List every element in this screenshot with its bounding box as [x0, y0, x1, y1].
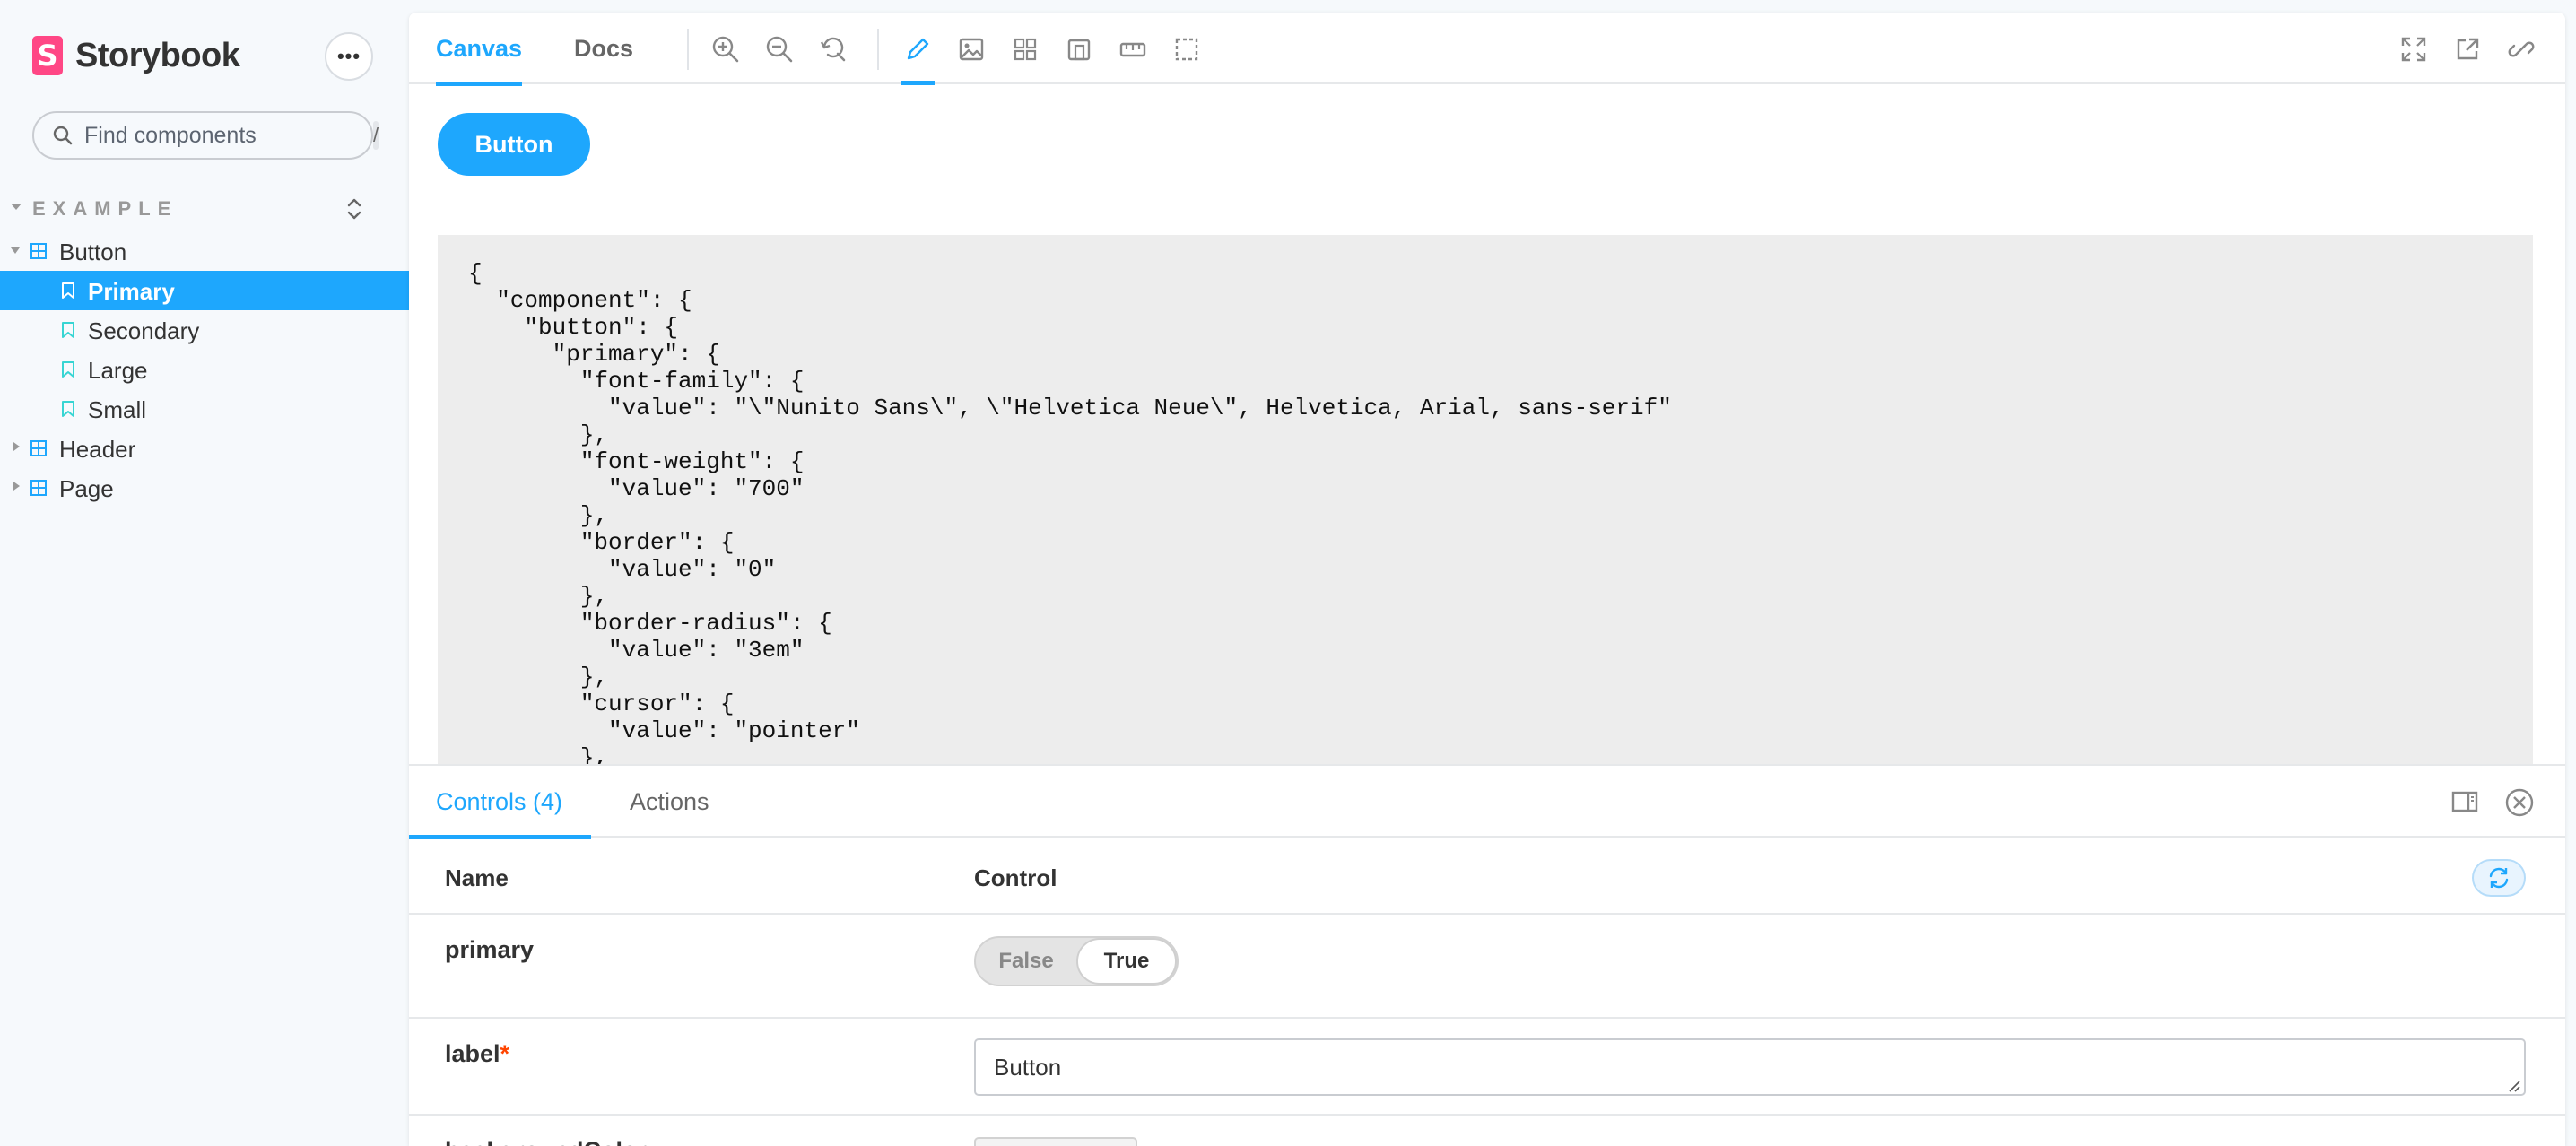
- column-header-control: Control: [974, 864, 1057, 891]
- sidebar-item-label: Large: [88, 357, 148, 384]
- bookmark-icon: [62, 322, 74, 338]
- required-mark: *: [500, 1040, 510, 1067]
- outline-icon[interactable]: [1171, 34, 1202, 65]
- prop-name: primary: [445, 936, 535, 963]
- sidebar-item-label: Secondary: [88, 317, 200, 344]
- zoom-in-icon[interactable]: [710, 34, 741, 65]
- panel-orientation-icon[interactable]: [2450, 787, 2479, 816]
- bookmark-icon: [62, 401, 74, 417]
- zoom-out-icon[interactable]: [764, 34, 795, 65]
- copy-link-icon[interactable]: [2506, 34, 2537, 65]
- sidebar-item-secondary[interactable]: Secondary: [0, 310, 409, 350]
- sidebar: S Storybook ••• / EXAMPLE Button Pri: [0, 0, 409, 1146]
- prop-label: label: [445, 1040, 500, 1067]
- expand-collapse-icon[interactable]: [343, 195, 366, 222]
- tab-actions[interactable]: Actions: [630, 766, 709, 838]
- sidebar-item-label: Primary: [88, 278, 175, 305]
- fullscreen-icon[interactable]: [2398, 34, 2429, 65]
- prop-name: label*: [445, 1040, 509, 1068]
- close-icon[interactable]: [2504, 787, 2535, 818]
- sidebar-item-label: Page: [59, 475, 114, 502]
- component-icon: [30, 480, 47, 496]
- toggle-option-false[interactable]: False: [976, 938, 1076, 985]
- reset-controls-button[interactable]: [2472, 859, 2526, 897]
- group-header-example[interactable]: EXAMPLE: [0, 192, 409, 228]
- sidebar-item-page[interactable]: Page: [0, 468, 409, 508]
- search-shortcut-key: /: [373, 121, 379, 150]
- reset-icon: [2489, 867, 2509, 889]
- caret-down-icon: [11, 247, 20, 254]
- grid-icon[interactable]: [1010, 34, 1040, 65]
- search-icon: [53, 126, 73, 145]
- sidebar-item-large[interactable]: Large: [0, 350, 409, 389]
- control-row-backgroundcolor: backgroundColor: [409, 1117, 2565, 1146]
- control-row-primary: primary False True: [409, 916, 2565, 1019]
- sidebar-item-label: Small: [88, 396, 147, 423]
- color-picker[interactable]: [974, 1137, 1137, 1146]
- sidebar-item-primary[interactable]: Primary: [0, 271, 409, 310]
- open-new-tab-icon[interactable]: [2452, 34, 2483, 65]
- addons-panel: Controls (4) Actions Name Control primar…: [409, 764, 2565, 1146]
- design-tokens-code: { "component": { "button": { "primary": …: [438, 235, 2533, 777]
- viewport-icon[interactable]: [1064, 34, 1094, 65]
- toggle-option-true[interactable]: True: [1076, 938, 1177, 985]
- tab-canvas[interactable]: Canvas: [436, 13, 523, 86]
- main-panel: Canvas Docs Button {"component": {"but…: [409, 13, 2565, 1146]
- controls-header: Name Control: [409, 839, 2565, 915]
- design-tokens-icon[interactable]: [901, 34, 935, 85]
- prop-name: backgroundColor: [445, 1137, 647, 1146]
- sidebar-item-header[interactable]: Header: [0, 429, 409, 468]
- storybook-logo: S: [32, 36, 63, 75]
- column-header-name: Name: [445, 864, 509, 891]
- addon-tabs: Controls (4) Actions: [409, 766, 2565, 839]
- caret-right-icon: [13, 482, 20, 491]
- search-input[interactable]: [84, 122, 373, 149]
- resize-handle-icon[interactable]: [2506, 1078, 2520, 1092]
- label-text-input[interactable]: [974, 1038, 2526, 1096]
- toolbar-divider: [877, 29, 879, 70]
- sidebar-item-label: Button: [59, 239, 127, 265]
- sidebar-item-small[interactable]: Small: [0, 389, 409, 429]
- boolean-toggle[interactable]: False True: [974, 936, 1179, 986]
- brand[interactable]: S Storybook: [32, 34, 240, 77]
- brand-name: Storybook: [75, 36, 240, 74]
- sidebar-item-label: Header: [59, 436, 136, 463]
- sidebar-item-button[interactable]: Button: [0, 231, 409, 271]
- group-label: EXAMPLE: [32, 197, 178, 220]
- tab-docs[interactable]: Docs: [574, 13, 633, 84]
- bookmark-icon: [62, 361, 74, 378]
- toolbar-divider: [687, 29, 689, 70]
- toolbar: Canvas Docs: [409, 13, 2565, 86]
- sidebar-menu-button[interactable]: •••: [325, 32, 373, 81]
- tab-controls[interactable]: Controls (4): [409, 766, 592, 839]
- zoom-reset-icon[interactable]: [818, 34, 849, 65]
- preview-primary-button[interactable]: Button: [438, 113, 590, 176]
- background-icon[interactable]: [956, 34, 987, 65]
- measure-icon[interactable]: [1118, 34, 1148, 65]
- search-box[interactable]: /: [32, 111, 379, 160]
- story-canvas: Button { "component": { "button": { "pri…: [409, 86, 2565, 777]
- component-icon: [30, 243, 47, 259]
- component-icon: [30, 440, 47, 456]
- caret-down-icon: [11, 204, 22, 210]
- bookmark-icon: [62, 282, 74, 299]
- control-row-label: label*: [409, 1020, 2565, 1116]
- caret-right-icon: [13, 442, 20, 451]
